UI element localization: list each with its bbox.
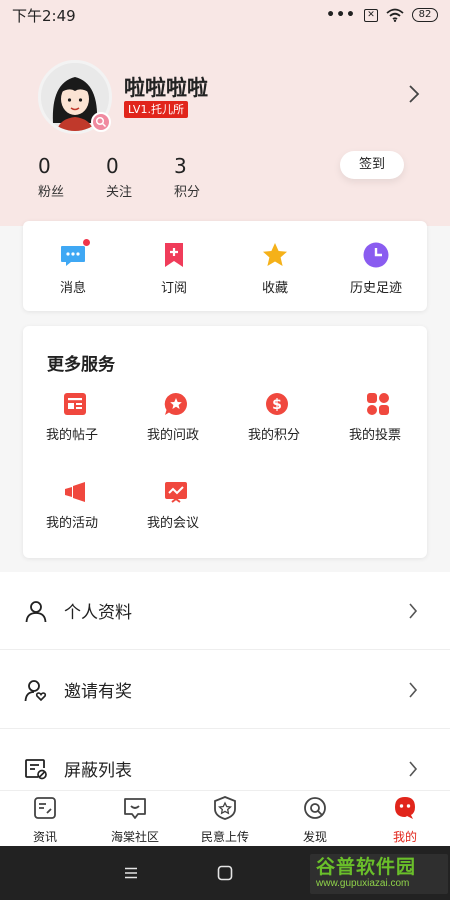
- service-label: 我的会议: [147, 516, 200, 531]
- service-my-posts[interactable]: 我的帖子: [46, 392, 146, 443]
- status-bar: 下午2:49 ••• ✕ 82: [0, 0, 450, 30]
- tab-discover[interactable]: 发现: [270, 795, 360, 845]
- quick-item-history[interactable]: 历史足迹: [326, 241, 426, 296]
- chevron-right-icon: [409, 602, 418, 619]
- quick-actions-card: 消息 订阅 收藏 历史足迹: [23, 221, 427, 311]
- tab-community[interactable]: 海棠社区: [90, 795, 180, 845]
- tab-label: 资讯: [32, 830, 57, 844]
- tab-mine[interactable]: 我的: [360, 795, 450, 845]
- quick-item-label: 收藏: [261, 281, 288, 296]
- watermark-logo: 谷普软件园 www.gupuxiazai.com: [310, 854, 448, 894]
- points-icon: $: [265, 392, 289, 416]
- more-dots-icon: •••: [326, 7, 356, 23]
- tab-news[interactable]: 资讯: [0, 795, 90, 845]
- service-my-vote[interactable]: 我的投票: [349, 392, 449, 443]
- stat-points[interactable]: 3 积分: [174, 155, 200, 200]
- avatar-search-badge-icon: [91, 112, 111, 132]
- menu-icon[interactable]: [124, 867, 138, 879]
- star-icon: [261, 241, 289, 269]
- unread-dot: [82, 238, 91, 247]
- activity-icon: [63, 480, 87, 504]
- battery-icon: 82: [412, 8, 438, 22]
- service-label: 我的问政: [147, 428, 200, 443]
- stat-following-label: 关注: [106, 185, 133, 200]
- level-badge: LV1.托儿所: [124, 101, 188, 118]
- service-label: 我的积分: [248, 428, 301, 443]
- upload-icon: [214, 796, 236, 820]
- home-icon[interactable]: [217, 865, 233, 881]
- menu-label: 个人资料: [64, 603, 132, 623]
- quick-item-label: 消息: [59, 281, 86, 296]
- chevron-right-icon: [409, 760, 418, 777]
- service-my-activity[interactable]: 我的活动: [46, 480, 146, 531]
- news-icon: [34, 797, 56, 819]
- watermark-name: 谷普软件园: [316, 856, 417, 878]
- service-label: 我的投票: [349, 428, 402, 443]
- quick-item-label: 订阅: [160, 281, 187, 296]
- services-title: 更多服务: [47, 355, 115, 375]
- menu-label: 邀请有奖: [64, 682, 132, 702]
- more-services-card: 更多服务 我的帖子 我的问政 $ 我的积分 我的投票 我的活动 我的会议: [23, 326, 427, 558]
- quick-item-messages[interactable]: 消息: [23, 238, 123, 296]
- stat-points-label: 积分: [174, 185, 201, 200]
- posts-icon: [63, 392, 87, 416]
- watermark-url: www.gupuxiazai.com: [316, 878, 410, 889]
- service-label: 我的活动: [46, 516, 99, 531]
- stat-following-value: 0: [106, 154, 119, 178]
- quick-item-subscribe[interactable]: 订阅: [124, 241, 224, 296]
- tab-label: 发现: [302, 830, 327, 844]
- tab-label: 民意上传: [200, 830, 249, 844]
- service-my-inquiry[interactable]: 我的问政: [147, 392, 247, 443]
- mine-icon: [395, 797, 415, 819]
- person-icon: [25, 600, 47, 622]
- service-my-points[interactable]: $ 我的积分: [248, 392, 348, 443]
- bottom-tab-bar: 资讯 海棠社区 民意上传 发现 我的: [0, 790, 450, 846]
- menu-row-invite[interactable]: 邀请有奖: [0, 651, 450, 729]
- tab-label: 我的: [392, 830, 417, 844]
- message-icon: [59, 238, 91, 269]
- stat-following[interactable]: 0 关注: [106, 155, 132, 200]
- checkin-button[interactable]: 签到: [340, 151, 404, 179]
- no-sim-icon: ✕: [364, 8, 378, 22]
- tab-label: 海棠社区: [110, 830, 159, 844]
- quick-item-label: 历史足迹: [349, 281, 402, 296]
- clock-icon: [362, 241, 390, 269]
- svg-text:$: $: [272, 397, 282, 413]
- menu-row-profile[interactable]: 个人资料: [0, 572, 450, 650]
- service-my-meeting[interactable]: 我的会议: [147, 480, 247, 531]
- discover-icon: [304, 797, 326, 819]
- stat-points-value: 3: [174, 154, 187, 178]
- stat-fans[interactable]: 0 粉丝: [38, 155, 64, 200]
- stat-fans-label: 粉丝: [38, 185, 65, 200]
- chevron-right-icon: [409, 681, 418, 698]
- username: 啦啦啦啦: [124, 76, 208, 100]
- wifi-icon: [386, 8, 404, 22]
- quick-item-favorites[interactable]: 收藏: [225, 241, 325, 296]
- subscribe-icon: [160, 241, 188, 269]
- invite-icon: [24, 679, 47, 701]
- menu-label: 屏蔽列表: [64, 761, 132, 781]
- service-label: 我的帖子: [46, 428, 99, 443]
- profile-chevron-right-icon[interactable]: [408, 84, 420, 104]
- stat-fans-value: 0: [38, 154, 51, 178]
- tab-upload[interactable]: 民意上传: [180, 795, 270, 845]
- status-icons: ••• ✕ 82: [326, 7, 438, 23]
- meeting-icon: [164, 480, 188, 504]
- status-time: 下午2:49: [12, 6, 76, 25]
- community-icon: [124, 798, 146, 819]
- block-list-icon: [25, 758, 47, 779]
- inquiry-icon: [164, 392, 188, 416]
- vote-icon: [366, 392, 390, 416]
